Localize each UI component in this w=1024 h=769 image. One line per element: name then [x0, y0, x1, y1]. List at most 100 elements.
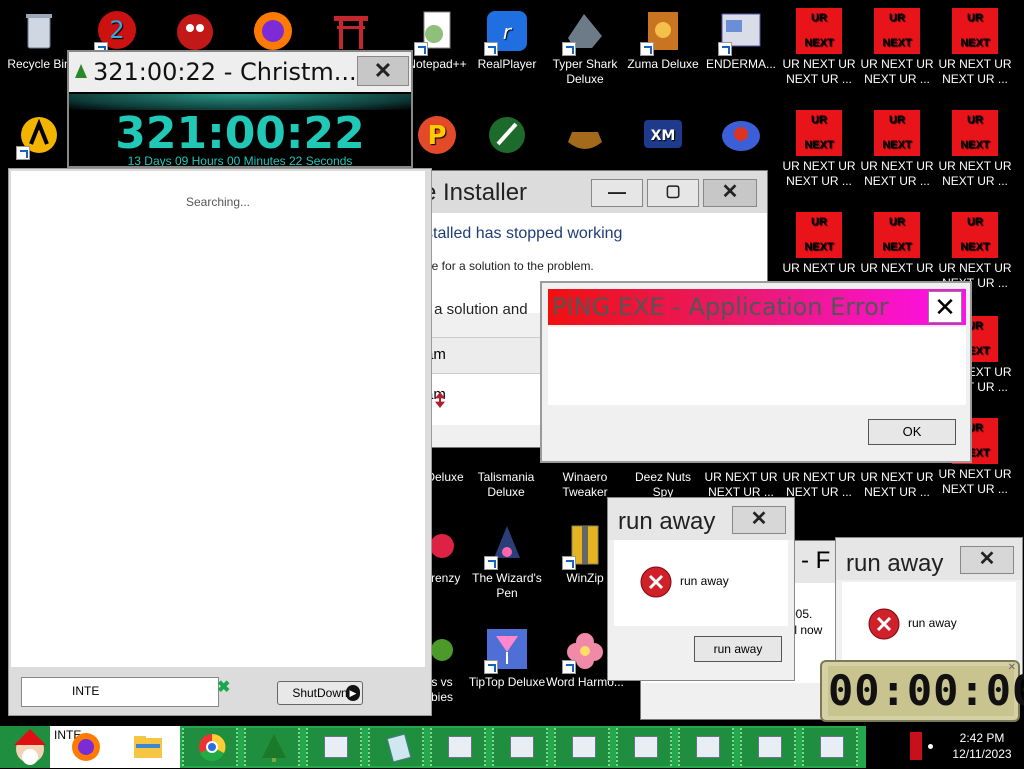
- realplayer-icon[interactable]: r RealPlayer: [468, 8, 546, 72]
- file-explorer-icon[interactable]: [130, 730, 166, 764]
- window-icon: [572, 736, 596, 758]
- taskbar-app[interactable]: [306, 728, 362, 766]
- chrome-icon: [199, 733, 226, 761]
- svg-text:P: P: [427, 121, 446, 151]
- taskbar-app[interactable]: [616, 728, 672, 766]
- zuma-icon[interactable]: Zuma Deluxe: [624, 8, 702, 72]
- run-away-message: run away: [680, 574, 729, 588]
- search-results: Searching...: [11, 171, 425, 667]
- system-tray: 2:42 PM 12/11/2023: [866, 726, 1024, 768]
- tree-taskbar[interactable]: [244, 728, 300, 766]
- arrow-icon: ▶: [346, 685, 360, 701]
- installer-titlebar[interactable]: e Installer — ▢ ✕: [417, 171, 767, 213]
- run-away-titlebar[interactable]: run away ✕: [608, 498, 794, 540]
- installer-title: e Installer: [423, 179, 528, 206]
- close-icon[interactable]: ✕: [1008, 662, 1016, 673]
- close-button[interactable]: ✕: [703, 179, 757, 207]
- tree-icon: [75, 64, 87, 78]
- ur-next-icon[interactable]: UR NEXT UR NEXT UR NEXT UR ...: [858, 8, 936, 87]
- search-input[interactable]: INTE: [21, 677, 219, 707]
- typer-shark-icon[interactable]: Typer Shark Deluxe: [546, 8, 624, 87]
- run-away-dialog[interactable]: run away ✕ run away: [835, 537, 1023, 677]
- run-away-dialog[interactable]: run away ✕ run away run away: [607, 497, 795, 681]
- tree-icon: [262, 734, 286, 762]
- wizards-pen-icon[interactable]: The Wizard's Pen: [468, 522, 546, 601]
- ur-next-icon[interactable]: UR NEXT UR NEXT UR NEXT UR ...: [936, 8, 1014, 87]
- notepad-icon: [386, 733, 412, 762]
- taskbar-app[interactable]: [368, 728, 424, 766]
- clock-time: 2:42 PM: [959, 731, 1005, 745]
- chrome-taskbar[interactable]: [182, 728, 238, 766]
- tiptop-icon[interactable]: TipTop Deluxe: [468, 626, 546, 690]
- shutdown-button[interactable]: ShutDown ▶: [277, 681, 363, 705]
- close-button[interactable]: ✕: [357, 56, 409, 86]
- santa-icon: [14, 729, 46, 765]
- countdown-big: 321:00:22: [115, 108, 365, 159]
- ur-next-icon[interactable]: UR NEXT UR NEXT UR NEXT UR ...: [780, 8, 858, 87]
- taskbar-app[interactable]: [492, 728, 548, 766]
- clear-icon[interactable]: ✖: [217, 677, 230, 697]
- countdown-sub: 13 Days 09 Hours 00 Minutes 22 Seconds: [127, 154, 353, 168]
- taskbar-app[interactable]: [678, 728, 734, 766]
- run-away-button[interactable]: run away: [694, 636, 782, 662]
- ur-next-icon[interactable]: UR NEXT UR NEXT UR ...: [858, 470, 936, 500]
- minimize-button[interactable]: —: [591, 179, 643, 207]
- taskbar-app[interactable]: [802, 728, 858, 766]
- countdown-title: 321:00:22 - Christm...: [93, 58, 357, 86]
- free-game-icon[interactable]: [702, 112, 780, 161]
- countdown-window[interactable]: 321:00:22 - Christm... ✕ 321:00:22 13 Da…: [67, 50, 413, 168]
- ur-next-icon[interactable]: UR NEXT UR NEXT UR NEXT UR ...: [858, 110, 936, 189]
- installer-line2: ne for a solution to the problem.: [425, 259, 594, 273]
- window-icon: [696, 736, 720, 758]
- ur-next-icon[interactable]: UR NEXT UR NEXT UR ...: [702, 470, 780, 500]
- svg-text:2: 2: [109, 16, 124, 44]
- search-panel[interactable]: Searching... INTE ✖ ShutDown ▶: [8, 168, 432, 716]
- firefox-taskbar-icon[interactable]: [68, 730, 104, 764]
- svg-text:XM: XM: [651, 128, 676, 144]
- close-button[interactable]: ✕: [928, 291, 962, 323]
- tray-icon[interactable]: [910, 732, 922, 760]
- xmplay-icon[interactable]: XM: [624, 112, 702, 161]
- close-button[interactable]: ✕: [732, 506, 786, 534]
- taskbar-app[interactable]: [554, 728, 610, 766]
- installer-line1: stalled has stopped working: [425, 225, 623, 242]
- ping-body: [548, 327, 966, 405]
- deez-nuts-icon[interactable]: Deez Nuts Spy: [624, 470, 702, 500]
- installer-option-debug[interactable]: am: [417, 373, 547, 425]
- clock[interactable]: 2:42 PM 12/11/2023: [946, 730, 1018, 762]
- rocket-mania-icon[interactable]: [468, 112, 546, 161]
- talismania-icon[interactable]: Talismania Deluxe: [468, 470, 544, 500]
- tray-dot-icon: [928, 744, 933, 749]
- run-away-message: run away: [908, 616, 957, 630]
- winaero-icon[interactable]: Winaero Tweaker: [546, 470, 624, 500]
- window-icon: [820, 736, 844, 758]
- ur-next-icon[interactable]: UR NEXT UR NEXT UR: [780, 212, 858, 276]
- window-icon: [510, 736, 534, 758]
- enderman-icon[interactable]: ENDERMA...: [702, 8, 780, 72]
- countdown-titlebar[interactable]: 321:00:22 - Christm... ✕: [69, 52, 411, 92]
- taskbar-app[interactable]: [740, 728, 796, 766]
- ping-title: PING.EXE - Application Error: [552, 293, 889, 321]
- maximize-button[interactable]: ▢: [647, 179, 699, 207]
- ur-next-icon[interactable]: UR NEXT UR NEXT UR NEXT UR ...: [780, 110, 858, 189]
- error-icon: [868, 608, 900, 640]
- ur-next-icon[interactable]: UR NEXT UR NEXT UR NEXT UR ...: [936, 212, 1014, 291]
- ur-next-icon[interactable]: UR NEXT UR NEXT UR: [858, 212, 936, 276]
- ur-next-icon[interactable]: UR NEXT UR NEXT UR ...: [780, 470, 858, 500]
- installer-option-check-solution[interactable]: r a solution and: [425, 301, 528, 318]
- behind-title: - F: [801, 547, 831, 574]
- run-away-titlebar[interactable]: run away ✕: [836, 538, 1022, 580]
- window-icon: [634, 736, 658, 758]
- window-icon: [758, 736, 782, 758]
- taskbar-app[interactable]: [430, 728, 486, 766]
- installer-option-close[interactable]: am: [417, 337, 547, 373]
- ur-next-icon[interactable]: UR NEXT UR NEXT UR NEXT UR ...: [936, 110, 1014, 189]
- timer-widget[interactable]: 00:00:00 ✕: [820, 660, 1024, 722]
- taskbar: INTE 2:42 PM 12/11/2023: [0, 726, 1024, 768]
- close-button[interactable]: ✕: [960, 546, 1014, 574]
- ok-button[interactable]: OK: [868, 419, 956, 445]
- desktop: Recycle Bin 2 Notepad++ r RealPlayer Typ…: [0, 0, 1024, 726]
- venice-icon[interactable]: [546, 112, 624, 161]
- ping-error-window[interactable]: PING.EXE - Application Error ✕ OK: [540, 281, 972, 463]
- ping-titlebar[interactable]: PING.EXE - Application Error ✕: [548, 289, 966, 325]
